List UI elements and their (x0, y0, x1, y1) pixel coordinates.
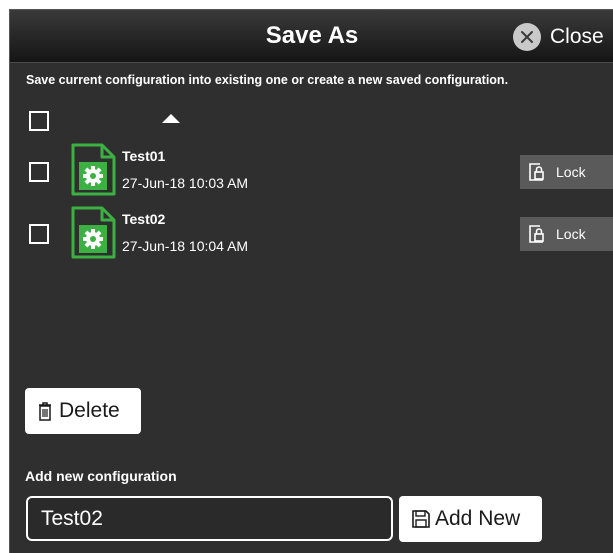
add-new-heading: Add new configuration (25, 468, 177, 484)
row-checkbox[interactable] (29, 224, 49, 244)
configuration-name-input[interactable] (26, 496, 393, 541)
close-label: Close (550, 25, 604, 48)
config-name: Test01 (122, 148, 166, 164)
lock-label: Lock (556, 226, 586, 242)
config-name: Test02 (122, 211, 166, 227)
close-icon (513, 23, 541, 51)
config-file-icon[interactable] (71, 143, 116, 196)
save-icon (412, 510, 430, 528)
lock-icon (529, 163, 544, 181)
instruction-text: Save current configuration into existing… (26, 73, 509, 87)
select-all-checkbox[interactable] (29, 111, 49, 131)
add-new-label: Add New (435, 507, 521, 530)
row-checkbox[interactable] (29, 162, 49, 182)
trash-icon (39, 401, 51, 421)
lock-label: Lock (556, 164, 586, 180)
close-button[interactable]: Close (513, 22, 604, 52)
save-as-dialog: Save As Close Save current configuration… (9, 9, 613, 553)
config-date: 27-Jun-18 10:04 AM (122, 238, 249, 254)
delete-label: Delete (59, 399, 120, 422)
config-file-icon[interactable] (71, 206, 116, 259)
add-new-button[interactable]: Add New (399, 496, 542, 542)
lock-button[interactable]: Lock (520, 217, 613, 251)
lock-icon (529, 225, 544, 243)
config-date: 27-Jun-18 10:03 AM (122, 175, 249, 191)
delete-button[interactable]: Delete (25, 388, 141, 434)
lock-button[interactable]: Lock (520, 155, 613, 189)
title-bar: Save As Close (10, 10, 613, 63)
sort-ascending-icon[interactable] (162, 114, 180, 123)
